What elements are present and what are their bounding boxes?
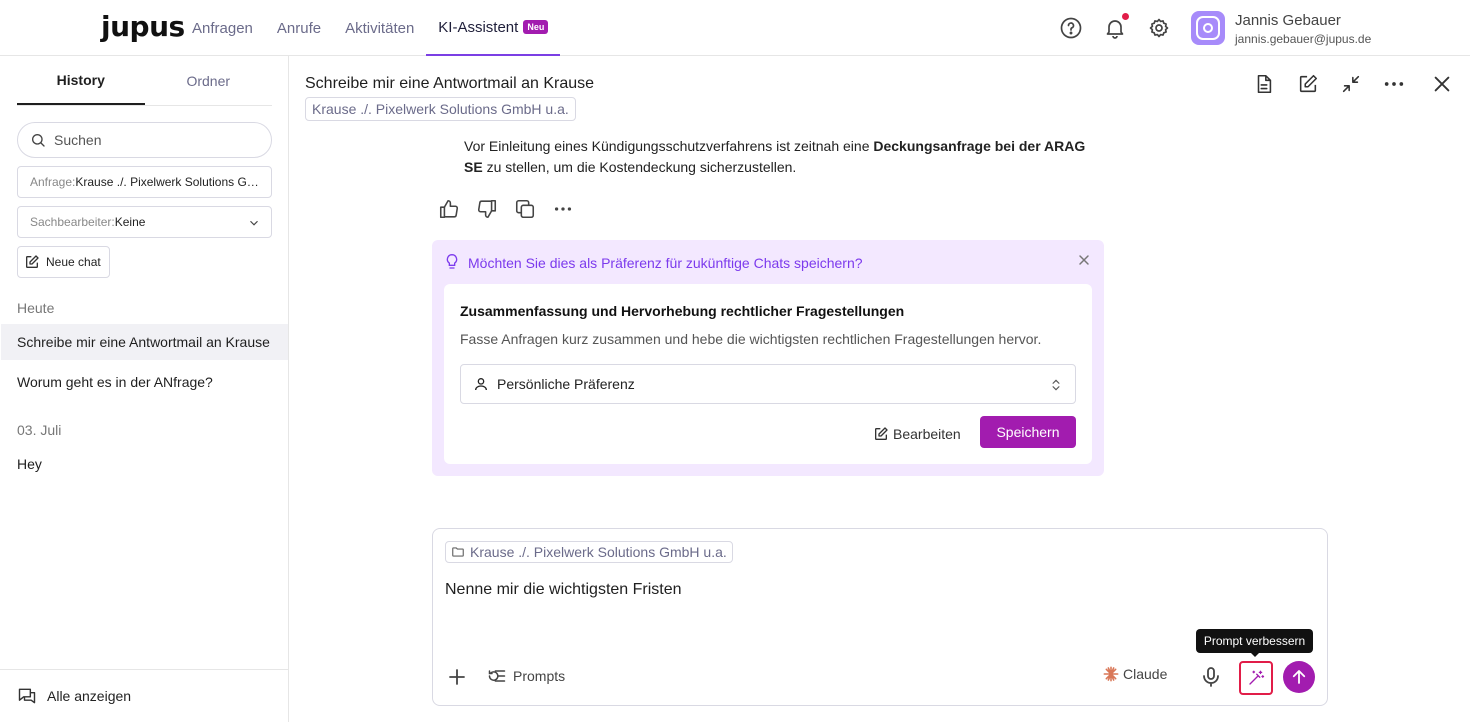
- close-icon[interactable]: [1431, 73, 1453, 95]
- gear-icon[interactable]: [1147, 16, 1171, 40]
- chat-title: Schreibe mir eine Antwortmail an Krause: [305, 75, 595, 92]
- preference-scope-select[interactable]: Persönliche Präferenz: [460, 364, 1076, 404]
- message-text: Vor Einleitung eines Kündigungsschutzver…: [464, 138, 874, 154]
- chat-item[interactable]: Schreibe mir eine Antwortmail an Krause: [1, 324, 288, 360]
- send-button[interactable]: [1283, 661, 1315, 693]
- top-bar: jupus Anfragen Anrufe Aktivitäten KI-Ass…: [0, 0, 1470, 56]
- preference-card: Möchten Sie dies als Präferenz für zukün…: [432, 240, 1104, 476]
- chevron-down-icon: [247, 216, 261, 230]
- filter-label: Anfrage:: [30, 175, 76, 189]
- claude-icon: [1103, 666, 1119, 682]
- filter-label: Sachbearbeiter:: [30, 215, 115, 229]
- plus-icon[interactable]: [445, 665, 469, 689]
- minimize-icon[interactable]: [1340, 73, 1362, 95]
- more-icon[interactable]: [552, 198, 574, 220]
- new-badge: Neu: [523, 20, 549, 34]
- edit-icon[interactable]: [1297, 73, 1319, 95]
- enhance-prompt-button[interactable]: [1239, 661, 1273, 695]
- model-name: Claude: [1123, 666, 1168, 682]
- document-icon[interactable]: [1253, 73, 1275, 95]
- app-logo[interactable]: jupus: [101, 12, 185, 42]
- show-all-label: Alle anzeigen: [47, 688, 132, 704]
- filter-value: Krause ./. Pixelwerk Solutions GmbH u.a.: [75, 175, 259, 189]
- sidebar: History Ordner Anfrage: Krause ./. Pixel…: [0, 56, 289, 722]
- magic-wand-icon: [1247, 669, 1265, 687]
- nav-label: Anfragen: [192, 19, 253, 37]
- tooltip: Prompt verbessern: [1196, 629, 1313, 653]
- show-all-button[interactable]: Alle anzeigen: [0, 669, 288, 722]
- folder-icon: [451, 545, 465, 559]
- tooltip-arrow: [1251, 653, 1259, 657]
- preference-question: Möchten Sie dies als Präferenz für zukün…: [468, 255, 863, 271]
- search-input[interactable]: [54, 132, 254, 148]
- lightbulb-icon: [444, 253, 460, 271]
- composer-case-tag-label: Krause ./. Pixelwerk Solutions GmbH u.a.: [470, 544, 727, 560]
- prompts-label: Prompts: [513, 668, 566, 684]
- composer-input[interactable]: Nenne mir die wichtigsten Fristen: [445, 581, 682, 599]
- composer: Krause ./. Pixelwerk Solutions GmbH u.a.…: [432, 528, 1328, 706]
- edit-icon: [873, 426, 889, 442]
- case-tag-label: Krause ./. Pixelwerk Solutions GmbH u.a.: [312, 101, 569, 117]
- nav-ki-assistent[interactable]: KI-Assistent Neu: [426, 0, 561, 56]
- nav-label: Anrufe: [276, 19, 322, 37]
- help-icon[interactable]: [1059, 16, 1083, 40]
- user-icon: [473, 376, 489, 392]
- message-text: zu stellen, um die Kostendeckung sicherz…: [482, 159, 797, 175]
- notification-dot: [1122, 13, 1129, 20]
- message-actions: [438, 198, 574, 220]
- assistant-message: Vor Einleitung eines Kündigungsschutzver…: [464, 136, 1094, 178]
- chats-icon: [17, 686, 37, 706]
- chat-item[interactable]: Worum geht es in der ANfrage?: [1, 364, 288, 400]
- nav-label: KI-Assistent: [438, 18, 519, 36]
- filter-clerk[interactable]: Sachbearbeiter: Keine: [17, 206, 272, 238]
- chat-item[interactable]: Hey: [1, 446, 288, 482]
- microphone-icon[interactable]: [1199, 665, 1223, 689]
- group-label-date: 03. Juli: [17, 422, 62, 438]
- prompt-history-icon: [487, 666, 507, 686]
- tab-history[interactable]: History: [17, 56, 145, 105]
- nav-anfragen[interactable]: Anfragen: [180, 0, 265, 56]
- copy-icon[interactable]: [514, 198, 536, 220]
- search-box: [17, 122, 272, 158]
- thumbs-down-icon[interactable]: [476, 198, 498, 220]
- arrow-up-icon: [1290, 668, 1308, 686]
- search-icon: [30, 132, 46, 148]
- group-label-today: Heute: [17, 300, 55, 316]
- case-tag[interactable]: Krause ./. Pixelwerk Solutions GmbH u.a.: [305, 97, 576, 121]
- edit-preference-button[interactable]: Bearbeiten: [873, 420, 961, 448]
- tab-ordner[interactable]: Ordner: [145, 56, 273, 105]
- preference-title: Zusammenfassung und Hervorhebung rechtli…: [460, 303, 905, 319]
- preference-scope-value: Persönliche Präferenz: [497, 376, 635, 392]
- more-icon[interactable]: [1383, 73, 1405, 95]
- filter-value: Keine: [114, 215, 146, 229]
- sidebar-tabs: History Ordner: [17, 56, 272, 106]
- thumbs-up-icon[interactable]: [438, 198, 460, 220]
- edit-label: Bearbeiten: [893, 426, 961, 442]
- filter-request[interactable]: Anfrage: Krause ./. Pixelwerk Solutions …: [17, 166, 272, 198]
- composer-case-tag[interactable]: Krause ./. Pixelwerk Solutions GmbH u.a.: [445, 541, 733, 563]
- prompts-button[interactable]: Prompts: [487, 666, 565, 686]
- avatar[interactable]: [1191, 11, 1225, 45]
- new-chat-label: Neue chat: [46, 255, 101, 269]
- nav-aktivitaeten[interactable]: Aktivitäten: [333, 0, 426, 56]
- edit-icon: [24, 254, 40, 270]
- nav-label: Aktivitäten: [345, 19, 415, 37]
- chevron-updown-icon: [1049, 377, 1063, 393]
- preference-content: Zusammenfassung und Hervorhebung rechtli…: [444, 284, 1092, 464]
- model-selector[interactable]: Claude: [1103, 666, 1167, 682]
- close-icon[interactable]: [1076, 252, 1092, 268]
- user-name: Jannis Gebauer: [1235, 12, 1341, 29]
- user-email: jannis.gebauer@jupus.de: [1235, 32, 1372, 46]
- new-chat-button[interactable]: Neue chat: [17, 246, 110, 278]
- nav-anrufe[interactable]: Anrufe: [265, 0, 333, 56]
- main-nav: Anfragen Anrufe Aktivitäten KI-Assistent…: [180, 0, 561, 56]
- save-preference-button[interactable]: Speichern: [980, 416, 1076, 448]
- preference-description: Fasse Anfragen kurz zusammen und hebe di…: [460, 331, 1042, 347]
